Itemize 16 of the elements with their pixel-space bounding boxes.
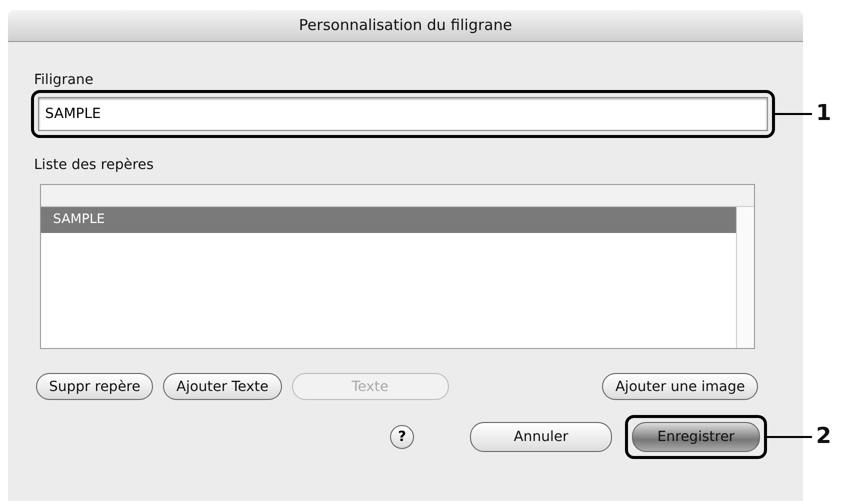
list-label: Liste des repères [34, 156, 155, 175]
list-item[interactable]: SAMPLE [41, 207, 736, 233]
list-action-button[interactable]: Suppr repère [36, 373, 154, 400]
callout-number: 1 [816, 103, 832, 125]
list-action-button[interactable]: Ajouter Texte [163, 373, 282, 400]
leader-line [775, 113, 812, 115]
scrollbar[interactable] [736, 207, 754, 348]
field-label: Filigrane [34, 71, 94, 90]
list-action-button[interactable]: Ajouter une image [602, 373, 758, 400]
window-title: Personnalisation du filigrane [298, 15, 512, 36]
callout-number: 2 [816, 426, 832, 448]
leader-line [767, 436, 812, 438]
help-button[interactable]: ? [390, 425, 414, 449]
cancel-button[interactable]: Annuler [470, 422, 612, 452]
watermark-input[interactable]: SAMPLE [38, 97, 768, 131]
save-button[interactable]: Enregistrer [632, 422, 760, 452]
